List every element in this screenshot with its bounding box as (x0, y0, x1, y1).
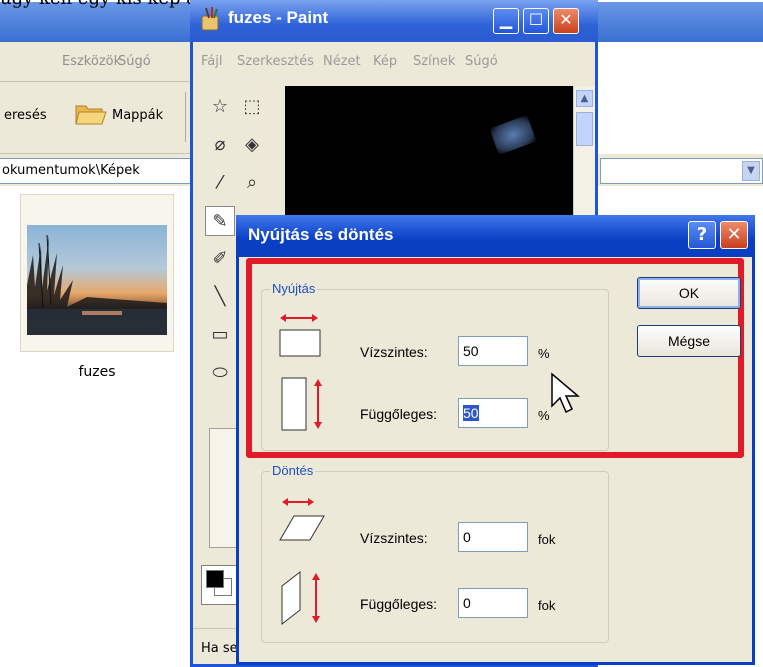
horizontal-skew-icon (279, 498, 325, 541)
skew-legend: Döntés (270, 463, 316, 478)
skew-group: Döntés Vízszintes: 0 fok Függőleges: 0 f… (261, 463, 609, 643)
free-select-icon[interactable]: ☆ (205, 92, 235, 122)
mouse-cursor-icon (551, 372, 581, 414)
color-picker-icon[interactable]: ⁄ (205, 168, 235, 198)
paint-canvas[interactable]: ▲ (285, 86, 595, 216)
cancel-button[interactable]: Mégse (637, 325, 741, 357)
magnifier-icon[interactable]: ⌕ (237, 168, 267, 198)
sunset-reeds-image (27, 225, 167, 335)
window-title: fuzes - Paint (228, 8, 329, 27)
ellipse-icon[interactable]: ⬭ (205, 358, 235, 388)
file-list: fuzes (0, 186, 200, 430)
explorer-menubar: Eszközök Súgó (0, 42, 200, 82)
maximize-icon: ☐ (528, 10, 544, 29)
rectangle-icon[interactable]: ▭ (205, 320, 235, 350)
skew-vertical-unit: fok (538, 598, 556, 613)
address-input[interactable]: okumentumok\Képek (0, 158, 200, 184)
menu-szerkesztes[interactable]: Szerkesztés (237, 54, 314, 69)
maximize-button[interactable]: ☐ (523, 8, 549, 34)
folders-icon (75, 105, 107, 125)
menu-eszkozok[interactable]: Eszközök (62, 54, 121, 69)
skew-horizontal-input[interactable]: 0 (458, 522, 528, 552)
pencil-icon[interactable]: ✎ (205, 206, 235, 236)
skew-vertical-label: Függőleges: (360, 596, 438, 612)
dialog-title: Nyújtás és döntés (248, 225, 394, 244)
line-icon[interactable]: ╲ (205, 282, 235, 312)
foreground-color (206, 570, 224, 588)
menu-sugo[interactable]: Súgó (118, 54, 151, 69)
file-label[interactable]: fuzes (20, 364, 174, 380)
paint-titlebar[interactable]: fuzes - Paint ▁ ☐ ✕ (190, 0, 598, 42)
file-thumbnail[interactable] (20, 194, 174, 352)
address-input-end[interactable]: ▼ (600, 158, 763, 184)
help-icon[interactable]: ? (688, 221, 716, 249)
menu-sugo[interactable]: Súgó (465, 54, 498, 69)
toolbar-divider (185, 92, 186, 142)
stretch-skew-dialog: Nyújtás és döntés ? ✕ Nyújtás Vízszintes… (236, 215, 755, 665)
menu-kep[interactable]: Kép (373, 54, 397, 69)
menu-fajl[interactable]: Fájl (201, 54, 222, 69)
skew-horizontal-label: Vízszintes: (360, 530, 428, 546)
dialog-titlebar[interactable]: Nyújtás és döntés ? ✕ (236, 215, 755, 257)
paint-menubar: Fájl Szerkesztés Nézet Kép Színek Súgó (193, 42, 595, 80)
brush-icon[interactable]: ✐ (205, 244, 235, 274)
scroll-up-icon[interactable]: ▲ (576, 90, 593, 107)
chevron-down-icon[interactable]: ▼ (742, 161, 760, 181)
skew-vertical-input[interactable]: 0 (458, 588, 528, 618)
vertical-skew-icon (281, 570, 320, 626)
eraser-icon[interactable]: ⌀ (205, 130, 235, 160)
minimize-button[interactable]: ▁ (493, 8, 519, 34)
rect-select-icon[interactable]: ⬚ (237, 92, 267, 122)
vertical-scrollbar[interactable]: ▲ (573, 86, 595, 216)
explorer-toolbar: eresés Mappák (0, 82, 200, 154)
scroll-thumb[interactable] (576, 112, 593, 146)
menu-szinek[interactable]: Színek (413, 54, 455, 69)
color-selector[interactable] (201, 565, 237, 605)
menu-nezet[interactable]: Nézet (323, 54, 361, 69)
skew-horizontal-unit: fok (538, 532, 556, 547)
close-icon[interactable]: ✕ (720, 221, 748, 249)
close-icon: ✕ (559, 10, 573, 29)
search-button[interactable]: eresés (4, 108, 47, 123)
minimize-icon: ▁ (499, 10, 513, 29)
fill-icon[interactable]: ◈ (237, 130, 267, 160)
folders-button[interactable]: Mappák (112, 108, 163, 123)
close-button[interactable]: ✕ (553, 8, 579, 34)
paint-app-icon (201, 7, 219, 31)
ok-button[interactable]: OK (637, 277, 741, 309)
